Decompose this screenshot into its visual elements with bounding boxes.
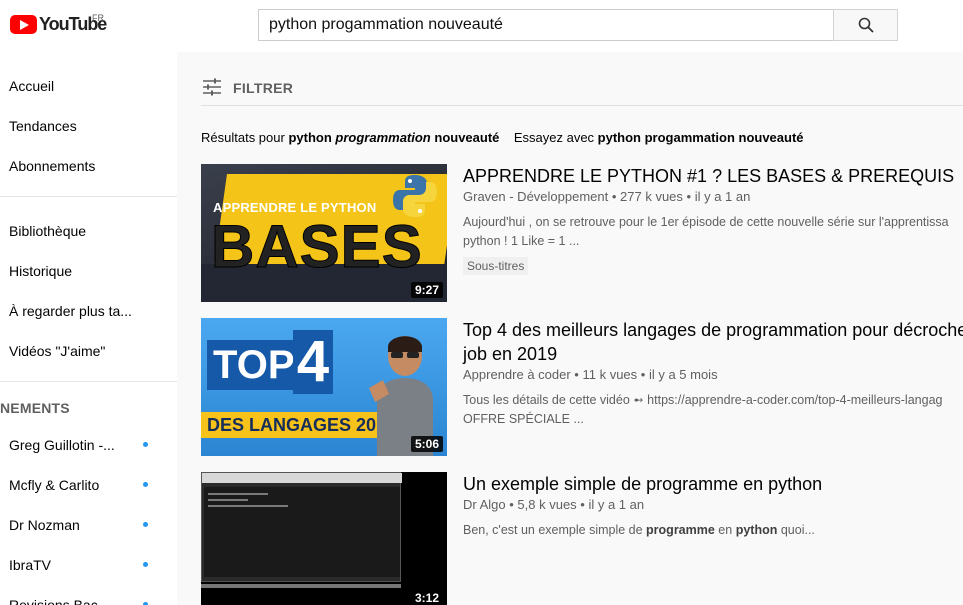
- sidebar-item-liked-videos[interactable]: Vidéos "J'aime": [9, 343, 105, 359]
- video-meta: Apprendre à coder • 11 k vues • il y a 5…: [463, 367, 718, 382]
- upload-age: il y a 5 mois: [648, 367, 718, 382]
- video-title-line2[interactable]: job en 2019: [463, 342, 557, 366]
- sidebar-item-historique[interactable]: Historique: [9, 263, 72, 279]
- thumbnail-text: BASES: [211, 213, 423, 281]
- subtitles-badge: Sous-titres: [463, 257, 529, 275]
- video-description: Tous les détails de cette vidéo ➻ https:…: [463, 393, 943, 407]
- new-content-dot: [143, 442, 148, 447]
- sidebar-divider: [0, 196, 177, 197]
- new-content-dot: [143, 562, 148, 567]
- video-duration: 5:06: [410, 436, 443, 452]
- video-description: Aujourd'hui , on se retrouve pour le 1er…: [463, 215, 949, 229]
- results-prefix: Résultats pour: [201, 130, 285, 145]
- new-content-dot: [143, 482, 148, 487]
- video-description: Ben, c'est un exemple simple de programm…: [463, 523, 815, 537]
- search-input[interactable]: python progammation nouveauté: [258, 9, 834, 41]
- channel-name[interactable]: Apprendre à coder: [463, 367, 571, 382]
- video-description: python ! 1 Like = 1 ...: [463, 234, 580, 248]
- search-button[interactable]: [833, 9, 898, 41]
- video-meta: Graven - Développement • 277 k vues • il…: [463, 189, 751, 204]
- query-word-corrected: programmation: [335, 130, 431, 145]
- try-label: Essayez avec: [513, 130, 595, 145]
- subscription-item[interactable]: Greg Guillotin -...: [9, 437, 115, 453]
- upload-age: il y a 1 an: [588, 497, 645, 512]
- new-content-dot: [143, 522, 148, 527]
- video-title[interactable]: APPRENDRE LE PYTHON #1 ? LES BASES & PRE…: [463, 164, 954, 188]
- upload-age: il y a 1 an: [694, 189, 751, 204]
- view-count: 11 k vues: [582, 367, 638, 382]
- region-label: FR: [92, 13, 104, 23]
- sidebar-item-tendances[interactable]: Tendances: [9, 118, 77, 134]
- results-for-line: Résultats pour python programmation nouv…: [201, 130, 804, 145]
- sidebar-item-watch-later[interactable]: À regarder plus ta...: [9, 303, 132, 319]
- video-thumbnail[interactable]: TOP 4 DES LANGAGES 2019 5:06: [201, 318, 447, 456]
- subscription-item[interactable]: Revisions Bac: [9, 597, 98, 605]
- view-count: 277 k vues: [620, 189, 683, 204]
- python-logo-icon: [393, 175, 437, 217]
- subscription-item[interactable]: Mcfly & Carlito: [9, 477, 99, 493]
- subscription-item[interactable]: IbraTV: [9, 557, 51, 573]
- view-count: 5,8 k vues: [517, 497, 577, 512]
- video-thumbnail[interactable]: 3:12: [201, 472, 447, 605]
- sidebar-divider: [0, 381, 177, 382]
- masthead: YouTube FR python progammation nouveauté: [0, 0, 963, 52]
- video-thumbnail[interactable]: APPRENDRE LE PYTHON BASES 9:27: [201, 164, 447, 302]
- channel-name[interactable]: Graven - Développement: [463, 189, 608, 204]
- video-title[interactable]: Un exemple simple de programme en python: [463, 472, 822, 496]
- subscriptions-header: NEMENTS: [0, 400, 70, 416]
- filter-bar: FILTRER: [201, 76, 963, 106]
- query-word: nouveauté: [434, 130, 500, 145]
- search-icon: [858, 17, 874, 33]
- sidebar: Accueil Tendances Abonnements Bibliothèq…: [0, 52, 177, 605]
- try-query-link[interactable]: python progammation nouveauté: [598, 130, 804, 145]
- sidebar-item-accueil[interactable]: Accueil: [9, 78, 54, 94]
- channel-name[interactable]: Dr Algo: [463, 497, 506, 512]
- sidebar-item-bibliotheque[interactable]: Bibliothèque: [9, 223, 86, 239]
- thumbnail-text: 4: [293, 330, 333, 394]
- video-meta: Dr Algo • 5,8 k vues • il y a 1 an: [463, 497, 645, 512]
- sidebar-item-abonnements[interactable]: Abonnements: [9, 158, 95, 174]
- video-duration: 9:27: [410, 282, 443, 298]
- sliders-icon[interactable]: [201, 76, 223, 98]
- video-title[interactable]: Top 4 des meilleurs langages de programm…: [463, 318, 963, 342]
- query-word: python: [288, 130, 332, 145]
- video-description: OFFRE SPÉCIALE ...: [463, 412, 584, 426]
- filter-button[interactable]: FILTRER: [233, 80, 293, 96]
- video-duration: 3:12: [410, 590, 443, 605]
- youtube-logo-icon: [10, 15, 37, 34]
- subscription-item[interactable]: Dr Nozman: [9, 517, 80, 533]
